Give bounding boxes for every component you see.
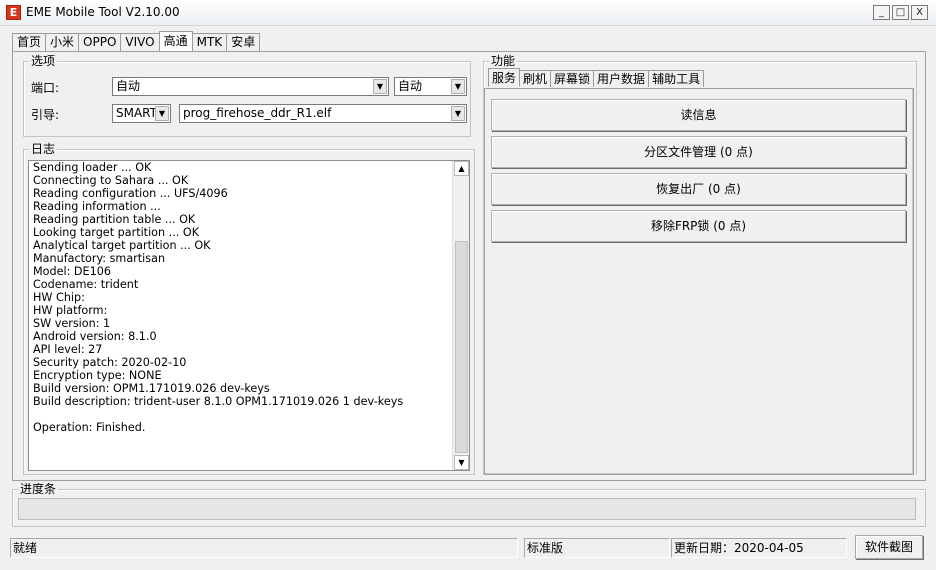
loader-type-select[interactable]: SMARTI ▼ [112, 104, 171, 123]
log-group-label: 日志 [29, 142, 58, 156]
log-line: HW Chip: [33, 291, 85, 304]
log-line: SW version: 1 [33, 317, 111, 330]
tab-android[interactable]: 安卓 [226, 33, 261, 51]
tab-xiaomi[interactable]: 小米 [45, 33, 80, 51]
log-line: Sending loader ... OK [33, 161, 152, 174]
loader-label: 引导: [31, 108, 60, 122]
progress-group-label: 进度条 [18, 482, 59, 496]
log-line: Connecting to Sahara ... OK [33, 174, 189, 187]
function-tab-strip: 服务 刷机 屏幕锁 用户数据 辅助工具 [488, 68, 705, 88]
log-line: Operation: Finished. [33, 421, 146, 434]
scroll-thumb[interactable] [455, 241, 468, 453]
partition-manager-button[interactable]: 分区文件管理 (0 点) [491, 136, 906, 168]
status-edition: 标准版 [524, 538, 670, 558]
port-select[interactable]: 自动 ▼ [112, 77, 389, 96]
status-state: 就绪 [10, 538, 518, 558]
log-line: Analytical target partition ... OK [33, 239, 211, 252]
main-tab-strip: 首页 小米 OPPO VIVO 高通 MTK 安卓 [12, 31, 261, 52]
read-info-button[interactable]: 读信息 [491, 99, 906, 131]
options-group-label: 选项 [29, 54, 58, 68]
loader-type-select-value: SMARTI [116, 106, 161, 120]
port-label: 端口: [31, 81, 60, 95]
status-update-date: 更新日期：2020-04-05 [671, 538, 847, 558]
minimize-button[interactable]: _ [873, 5, 890, 20]
screenshot-button[interactable]: 软件截图 [855, 535, 923, 559]
port-mode-select-value: 自动 [398, 79, 423, 93]
log-lines: Sending loader ... OK Connecting to Saha… [33, 161, 453, 434]
tab-qualcomm[interactable]: 高通 [158, 31, 193, 51]
log-line: HW platform: [33, 304, 108, 317]
log-line: Security patch: 2020-02-10 [33, 356, 187, 369]
app-logo-icon: E [6, 5, 21, 20]
log-line: Build description: trident-user 8.1.0 OP… [33, 395, 404, 408]
log-output[interactable]: Sending loader ... OK Connecting to Saha… [28, 160, 470, 471]
tab-service[interactable]: 服务 [488, 68, 521, 87]
log-line: Looking target partition ... OK [33, 226, 200, 239]
progress-bar [18, 498, 916, 520]
chevron-down-icon: ▼ [451, 79, 465, 94]
log-line: Codename: trident [33, 278, 139, 291]
tab-oppo[interactable]: OPPO [78, 33, 122, 51]
chevron-down-icon: ▼ [155, 106, 169, 121]
loader-file-select[interactable]: prog_firehose_ddr_R1.elf ▼ [179, 104, 467, 123]
maximize-button[interactable]: □ [892, 5, 909, 20]
functions-group-label: 功能 [489, 54, 518, 68]
window-title: EME Mobile Tool V2.10.00 [26, 5, 180, 19]
log-line: Reading partition table ... OK [33, 213, 196, 226]
log-line: Manufactory: smartisan [33, 252, 166, 265]
remove-frp-button[interactable]: 移除FRP锁 (0 点) [491, 210, 906, 242]
port-select-value: 自动 [116, 79, 141, 93]
tab-tools[interactable]: 辅助工具 [648, 70, 705, 87]
tab-user-data[interactable]: 用户数据 [593, 70, 650, 87]
log-line: Reading information ... [33, 200, 161, 213]
title-bar: E EME Mobile Tool V2.10.00 _ □ X [0, 0, 936, 26]
log-line: Reading configuration ... UFS/4096 [33, 187, 228, 200]
log-line: API level: 27 [33, 343, 103, 356]
loader-file-select-value: prog_firehose_ddr_R1.elf [183, 106, 332, 120]
tab-home[interactable]: 首页 [12, 33, 47, 51]
scroll-down-icon[interactable]: ▼ [454, 455, 469, 470]
log-line: Android version: 8.1.0 [33, 330, 157, 343]
factory-reset-button[interactable]: 恢复出厂 (0 点) [491, 173, 906, 205]
tab-mtk[interactable]: MTK [191, 33, 228, 51]
log-scrollbar[interactable]: ▲ ▼ [452, 161, 469, 470]
options-group: 选项 [23, 54, 471, 137]
close-button[interactable]: X [911, 5, 928, 20]
tab-flash[interactable]: 刷机 [519, 70, 552, 87]
port-mode-select[interactable]: 自动 ▼ [394, 77, 467, 96]
chevron-down-icon: ▼ [373, 79, 387, 94]
scroll-up-icon[interactable]: ▲ [454, 161, 469, 176]
log-line: Build version: OPM1.171019.026 dev-keys [33, 382, 270, 395]
chevron-down-icon: ▼ [451, 106, 465, 121]
tab-vivo[interactable]: VIVO [120, 33, 160, 51]
log-line: Model: DE106 [33, 265, 111, 278]
tab-screen-lock[interactable]: 屏幕锁 [550, 70, 595, 87]
log-line: Encryption type: NONE [33, 369, 162, 382]
